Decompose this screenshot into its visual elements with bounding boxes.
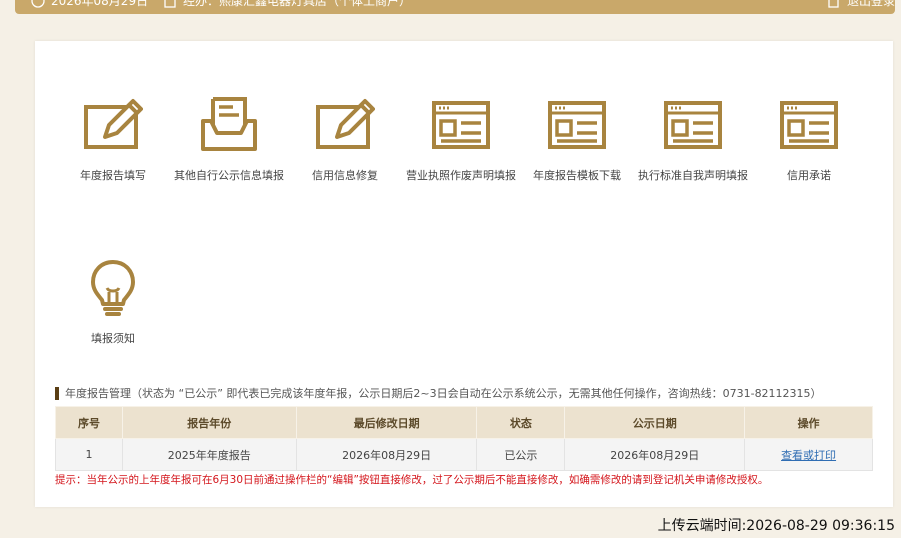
col-header-status: 状态 (476, 406, 566, 439)
tile-label: 营业执照作废声明填报 (406, 169, 516, 182)
tile-0[interactable]: 年度报告填写 (55, 95, 171, 183)
lightbulb-icon (91, 260, 135, 316)
logout-label: 退出登录 (847, 0, 895, 8)
license-card-icon (432, 101, 490, 149)
col-header-action: 操作 (744, 406, 873, 439)
cell-index: 1 (55, 438, 123, 471)
license-card-icon (664, 101, 722, 149)
tile-5[interactable]: 执行标准自我声明填报 (635, 95, 751, 183)
tile-label: 信用信息修复 (312, 169, 378, 182)
tile-3[interactable]: 营业执照作废声明填报 (403, 95, 519, 183)
tray-document-icon (201, 97, 257, 151)
document-icon (164, 0, 176, 8)
tile-label: 执行标准自我声明填报 (638, 169, 748, 182)
section-marker (55, 386, 59, 400)
tip-text: 提示：当年公示的上年度年报可在6月30日前通过操作栏的“编辑”按钮直接修改，过了… (55, 474, 769, 486)
cell-publish-date: 2026年08月29日 (564, 438, 746, 471)
tile-label: 年度报告模板下载 (533, 169, 621, 182)
col-header-index: 序号 (55, 406, 123, 439)
section-title: 年度报告管理（状态为 “已公示” 即代表已完成该年度年报，公示日期后2~3日会自… (55, 385, 822, 401)
pencil-document-icon (84, 99, 143, 149)
cell-status: 已公示 (476, 438, 566, 471)
cell-action: 查看或打印 (744, 438, 873, 471)
top-bar: 2026年08月29日 经办：熙康汇鑫电器灯具店（个体工商户） 退出登录 (15, 0, 895, 14)
operator-text: 经办：熙康汇鑫电器灯具店（个体工商户） (183, 0, 412, 8)
section-title-text: 年度报告管理（状态为 “已公示” 即代表已完成该年度年报，公示日期后2~3日会自… (65, 387, 822, 400)
cell-modified: 2026年08月29日 (295, 438, 478, 471)
pencil-document-icon (316, 99, 375, 149)
tile-1[interactable]: 其他自行公示信息填报 (171, 95, 287, 183)
report-table: 序号 报告年份 最后修改日期 状态 公示日期 操作 1 2025年年度报告 20… (55, 406, 873, 471)
col-header-publish-date: 公示日期 (564, 406, 746, 439)
tile-label: 信用承诺 (787, 169, 831, 182)
tile-label: 填报须知 (91, 332, 135, 345)
logout-icon (828, 0, 839, 8)
tile-7[interactable]: 填报须知 (55, 258, 171, 346)
date-text: 2026年08月29日 (51, 0, 149, 8)
col-header-year: 报告年份 (121, 406, 297, 439)
date-display: 2026年08月29日 (31, 0, 148, 9)
table-header-row: 序号 报告年份 最后修改日期 状态 公示日期 操作 (55, 406, 873, 439)
tile-6[interactable]: 信用承诺 (751, 95, 867, 183)
tile-label: 年度报告填写 (80, 169, 146, 182)
col-header-modified: 最后修改日期 (295, 406, 478, 439)
cell-year: 2025年年度报告 (121, 438, 297, 471)
operator-info: 经办：熙康汇鑫电器灯具店（个体工商户） (163, 0, 411, 9)
upload-time: 上传云端时间:2026-08-29 09:36:15 (657, 518, 895, 534)
main-card: 年度报告填写 其他自行公示信息填报 信用信息修复 营业执照作废声明填报 年度报告模板下载… (35, 41, 893, 507)
clock-icon (31, 0, 45, 8)
logout-button[interactable]: 退出登录 (827, 0, 895, 9)
tile-2[interactable]: 信用信息修复 (287, 95, 403, 183)
view-or-print-link[interactable]: 查看或打印 (781, 449, 836, 462)
license-card-icon (780, 101, 838, 149)
tile-4[interactable]: 年度报告模板下载 (519, 95, 635, 183)
license-card-icon (548, 101, 606, 149)
tile-label: 其他自行公示信息填报 (174, 169, 284, 182)
table-row: 1 2025年年度报告 2026年08月29日 已公示 2026年08月29日 … (55, 438, 873, 471)
